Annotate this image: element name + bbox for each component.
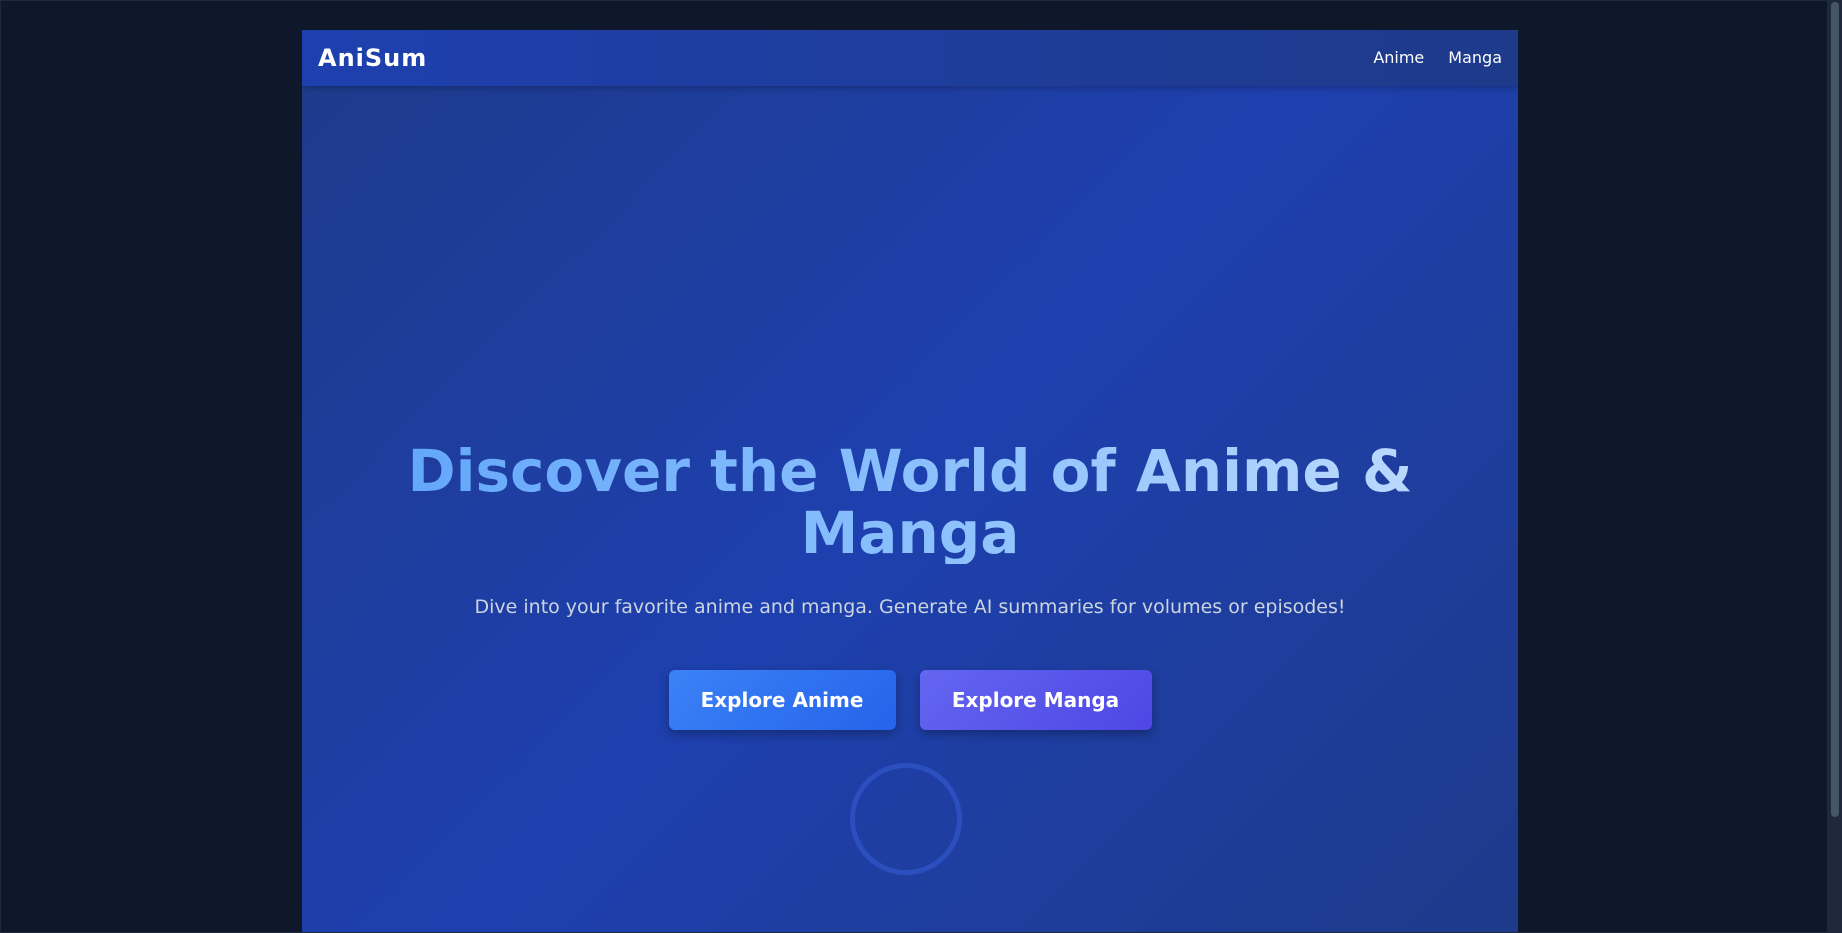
explore-manga-button[interactable]: Explore Manga (919, 670, 1152, 730)
hero-section: Discover the World of Anime & Manga Dive… (302, 440, 1518, 730)
hero-subtitle: Dive into your favorite anime and manga.… (474, 596, 1346, 618)
explore-anime-button[interactable]: Explore Anime (668, 670, 896, 730)
nav-link-manga[interactable]: Manga (1448, 47, 1502, 69)
hero-title: Discover the World of Anime & Manga (360, 440, 1460, 564)
page: AniSum Anime Manga Discover the World of… (302, 30, 1518, 933)
browser-viewport: AniSum Anime Manga Discover the World of… (0, 0, 1842, 933)
scrollbar-thumb[interactable] (1831, 2, 1839, 817)
loading-spinner-icon (850, 763, 962, 875)
nav-link-anime[interactable]: Anime (1373, 47, 1424, 69)
brand-logo[interactable]: AniSum (318, 42, 427, 74)
hero-buttons: Explore Anime Explore Manga (302, 670, 1518, 730)
navbar: AniSum Anime Manga (302, 30, 1518, 86)
nav-links: Anime Manga (1373, 47, 1502, 69)
scrollbar[interactable] (1828, 0, 1842, 933)
